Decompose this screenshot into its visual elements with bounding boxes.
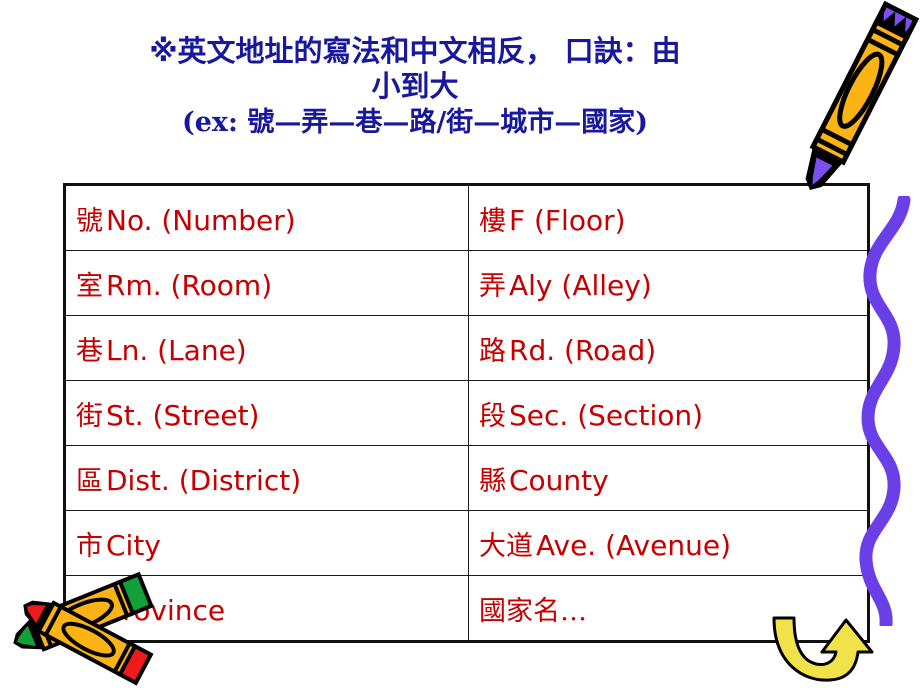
slide-canvas: ※英文地址的寫法和中文相反， 口訣：由 小到大 (ex: 號—弄—巷—路/街—城… (0, 0, 920, 690)
title-line-3: (ex: 號—弄—巷—路/街—城市—國家) (181, 106, 649, 138)
cell-english-term: Aly (Alley) (509, 268, 652, 302)
page-title: ※英文地址的寫法和中文相反， 口訣：由 小到大 (ex: 號—弄—巷—路/街—城… (60, 34, 770, 140)
address-terms-table: 號 No. (Number) 樓F (Floor) 室 Rm. (Room) 弄 Al… (63, 183, 870, 643)
cell-chinese-term: 市 (76, 530, 103, 562)
table-cell-right: 縣 County (468, 445, 869, 511)
table-row: 街 St. (Street) 段 Sec. (Section) (64, 380, 869, 446)
table-row: 市 City 大道 Ave. (Avenue) (64, 510, 869, 576)
cell-english-term: County (509, 463, 609, 497)
table-cell-left: 號 No. (Number) (64, 184, 469, 251)
cell-chinese-term: 大道 (479, 530, 533, 562)
cell-chinese-term: 省 (76, 595, 103, 627)
cell-english-term: Rd. (Road) (509, 333, 657, 367)
table-cell-right: 大道 Ave. (Avenue) (468, 510, 869, 576)
cell-english-term: City (106, 528, 161, 562)
cell-chinese-term: 段 (479, 400, 506, 432)
table-body: 號 No. (Number) 樓F (Floor) 室 Rm. (Room) 弄 Al… (64, 184, 869, 642)
table-cell-left: 街 St. (Street) (64, 380, 469, 446)
cell-chinese-term: 室 (76, 270, 103, 302)
table-cell-right: 弄 Aly (Alley) (468, 250, 869, 316)
cell-chinese-term: 國家名… (479, 595, 587, 627)
cell-chinese-term: 區 (76, 465, 103, 497)
cell-english-term: No. (Number) (106, 203, 296, 237)
cell-english-term: Ln. (Lane) (106, 333, 247, 367)
table-cell-left: 室 Rm. (Room) (64, 250, 469, 316)
title-line-1: ※英文地址的寫法和中文相反， 口訣：由 (149, 34, 681, 68)
table-cell-left: 省 Province (64, 575, 469, 642)
cell-chinese-term: 弄 (479, 270, 506, 302)
table-cell-left: 區 Dist. (District) (64, 445, 469, 511)
table-cell-right: 國家名… (468, 575, 869, 642)
cell-chinese-term: 路 (479, 335, 506, 367)
crayon-icon (805, 0, 920, 191)
cell-chinese-term: 縣 (479, 465, 506, 497)
table-cell-left: 市 City (64, 510, 469, 576)
table-cell-left: 巷 Ln. (Lane) (64, 315, 469, 381)
cell-english-term: Province (106, 593, 226, 627)
cell-english-term: F (Floor) (509, 203, 626, 237)
cell-english-term: Dist. (District) (106, 463, 302, 497)
cell-chinese-term: 樓 (479, 205, 506, 237)
table-row: 巷 Ln. (Lane) 路 Rd. (Road) (64, 315, 869, 381)
cell-chinese-term: 街 (76, 400, 103, 432)
table-row: 號 No. (Number) 樓F (Floor) (64, 184, 869, 251)
table-row: 區 Dist. (District) 縣 County (64, 445, 869, 511)
table-row: 省 Province 國家名… (64, 575, 869, 642)
cell-english-term: Sec. (Section) (509, 398, 704, 432)
table-cell-right: 段 Sec. (Section) (468, 380, 869, 446)
cell-english-term: Ave. (Avenue) (536, 528, 731, 562)
title-line-2: 小到大 (371, 69, 459, 104)
cell-chinese-term: 巷 (76, 335, 103, 367)
table-cell-right: 路 Rd. (Road) (468, 315, 869, 381)
cell-english-term: Rm. (Room) (106, 268, 273, 302)
cell-english-term: St. (Street) (106, 398, 260, 432)
table-cell-right: 樓F (Floor) (468, 184, 869, 251)
table-row: 室 Rm. (Room) 弄 Aly (Alley) (64, 250, 869, 316)
cell-chinese-term: 號 (76, 205, 103, 237)
